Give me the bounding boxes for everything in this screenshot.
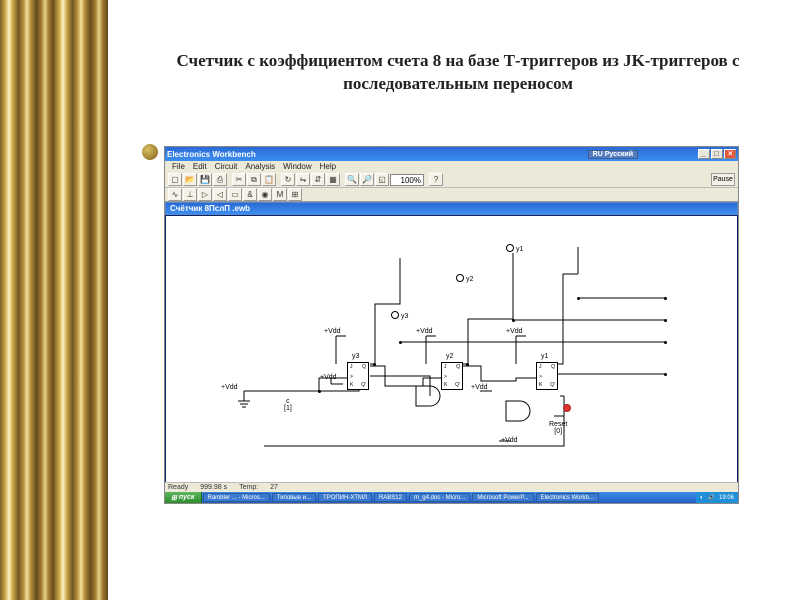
taskbar-item[interactable]: m_g4.doc - Micro... [409,493,470,502]
help-icon[interactable]: ? [429,173,443,186]
menu-file[interactable]: File [169,162,188,171]
taskbar-item[interactable]: Electronics Workb... [536,493,599,502]
reset-label: Reset [0] [549,421,567,435]
fit-icon[interactable]: ◱ [375,173,389,186]
paste-icon[interactable]: 📋 [262,173,276,186]
document-titlebar[interactable]: Cчётчик 8ПслП .ewb [165,202,738,215]
menu-analysis[interactable]: Analysis [242,162,278,171]
probe-y2[interactable] [456,274,464,282]
bullet-icon [142,144,158,160]
maximize-button[interactable]: □ [711,149,723,159]
y1-block-label: y1 [541,353,548,360]
slide-title: Счетчик с коэффициентом счета 8 на базе … [148,50,768,96]
jk-flipflop-1[interactable]: J Q > K Q' [536,362,558,390]
vdd-label: +Vdd [221,384,238,391]
taskbar-item[interactable]: TPOПИН-ХТМЛ [318,493,372,502]
electronics-workbench-window: Electronics Workbench RU Русский _ □ × F… [164,146,739,504]
jk-flipflop-3[interactable]: J Q > K Q' [347,362,369,390]
start-button[interactable]: ⊞ пуск [165,492,202,503]
menubar: File Edit Circuit Analysis Window Help [165,161,738,172]
y3-block-label: y3 [352,353,359,360]
status-temp: 27 [270,484,278,491]
flip-v-icon[interactable]: ⇵ [311,173,325,186]
zoom-in-icon[interactable]: 🔍 [345,173,359,186]
titlebar[interactable]: Electronics Workbench RU Русский _ □ × [165,147,738,161]
cut-icon[interactable]: ✂ [232,173,246,186]
subcircuit-icon[interactable]: ▦ [326,173,340,186]
clock: 19:06 [719,495,734,501]
copy-icon[interactable]: ⧉ [247,173,261,186]
language-indicator[interactable]: RU Русский [588,150,638,159]
taskbar: ⊞ пуск Rambler ... - Micros... Типовые и… [165,492,738,503]
system-tray[interactable]: ◐ 🔊 19:06 [696,492,738,503]
tray-icon[interactable]: 🔊 [708,494,715,501]
print-icon[interactable]: ⎙ [213,173,227,186]
comp-diode-icon[interactable]: ▷ [198,188,212,201]
status-temp-label: Temp: [239,484,258,491]
probe-y1[interactable] [506,244,514,252]
vdd-label-2: +Vdd [416,328,433,335]
comp-misc-icon[interactable]: ⊞ [288,188,302,201]
statusbar: Ready 999.98 s Temp: 27 [165,482,738,492]
rotate-icon[interactable]: ↻ [281,173,295,186]
zoom-field[interactable]: 100% [390,174,424,186]
vdd-label-1: +Vdd [324,328,341,335]
open-icon[interactable]: 📂 [183,173,197,186]
comp-gates-icon[interactable]: & [243,188,257,201]
pause-button[interactable]: Pause [711,173,735,186]
zoom-out-icon[interactable]: 🔎 [360,173,374,186]
jk-flipflop-2[interactable]: J Q > K Q' [441,362,463,390]
tray-icon[interactable]: ◐ [700,495,704,501]
window-title: Electronics Workbench [167,150,256,159]
comp-instrument-icon[interactable]: M [273,188,287,201]
close-button[interactable]: × [724,149,736,159]
comp-indicator-icon[interactable]: ◉ [258,188,272,201]
comp-ic-icon[interactable]: ▭ [228,188,242,201]
flip-h-icon[interactable]: ⇋ [296,173,310,186]
schematic-canvas[interactable]: J Q > K Q' J Q > K Q' J Q > K Q' [165,215,738,493]
windows-logo-icon: ⊞ [171,494,177,502]
y2-block-label: y2 [446,353,453,360]
comp-transistor-icon[interactable]: ◁ [213,188,227,201]
y3-label: y3 [401,313,408,320]
taskbar-item[interactable]: Типовые и... [272,493,316,502]
toolbar-components: ∿ ⊥ ▷ ◁ ▭ & ◉ M ⊞ [165,188,738,202]
y1-label: y1 [516,246,523,253]
menu-window[interactable]: Window [280,162,314,171]
taskbar-item[interactable]: RABS12 [374,493,407,502]
new-icon[interactable]: ▢ [168,173,182,186]
probe-y3[interactable] [391,311,399,319]
status-ready: Ready [168,484,188,491]
vdd-label-4: +Vdd [320,374,337,381]
vdd-label-6: +Vdd [501,437,518,444]
status-time: 999.98 s [200,484,227,491]
menu-circuit[interactable]: Circuit [212,162,241,171]
taskbar-item[interactable]: Rambler ... - Micros... [203,493,270,502]
clock-label: c [1] [284,398,292,412]
comp-sources-icon[interactable]: ∿ [168,188,182,201]
menu-help[interactable]: Help [317,162,339,171]
gold-border [0,0,108,600]
save-icon[interactable]: 💾 [198,173,212,186]
probe-reset[interactable] [563,404,571,412]
vdd-label-5: +Vdd [471,384,488,391]
toolbar-main: ▢ 📂 💾 ⎙ ✂ ⧉ 📋 ↻ ⇋ ⇵ ▦ 🔍 🔎 ◱ 100% ? [165,172,738,188]
vdd-label-3: +Vdd [506,328,523,335]
taskbar-item[interactable]: Microsoft PowerP... [472,493,533,502]
menu-edit[interactable]: Edit [190,162,210,171]
minimize-button[interactable]: _ [698,149,710,159]
comp-basic-icon[interactable]: ⊥ [183,188,197,201]
y2-label: y2 [466,276,473,283]
